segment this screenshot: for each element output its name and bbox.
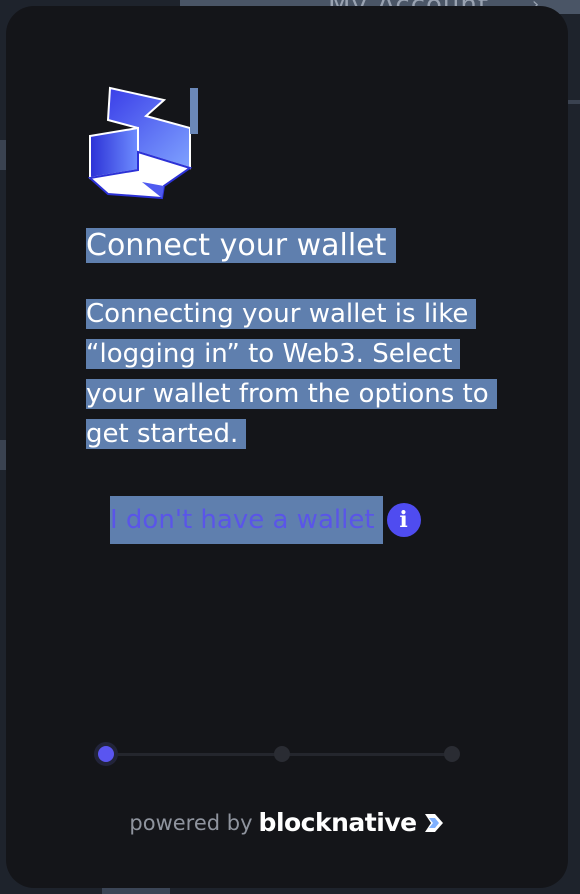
blocknative-logo-icon — [424, 813, 443, 832]
text-cursor — [190, 88, 198, 134]
no-wallet-link[interactable]: I don't have a wallet i — [110, 496, 421, 544]
no-wallet-label[interactable]: I don't have a wallet — [110, 496, 383, 544]
progress-stepper — [94, 744, 464, 764]
step-dot-3 — [444, 746, 460, 762]
powered-by-label: powered by — [129, 810, 253, 835]
step-dot-1 — [98, 746, 114, 762]
info-icon[interactable]: i — [386, 503, 421, 537]
wallet-app-logo-icon — [87, 86, 193, 200]
brand-name: blocknative — [258, 808, 418, 837]
connect-wallet-modal: Connect your wallet Connecting your wall… — [6, 6, 568, 888]
background-divider — [566, 100, 580, 104]
modal-description: Connecting your wallet is like “logging … — [86, 294, 506, 454]
modal-title: Connect your wallet — [86, 228, 397, 264]
powered-by-footer: powered by blocknative — [6, 808, 568, 837]
step-dot-2 — [274, 746, 290, 762]
